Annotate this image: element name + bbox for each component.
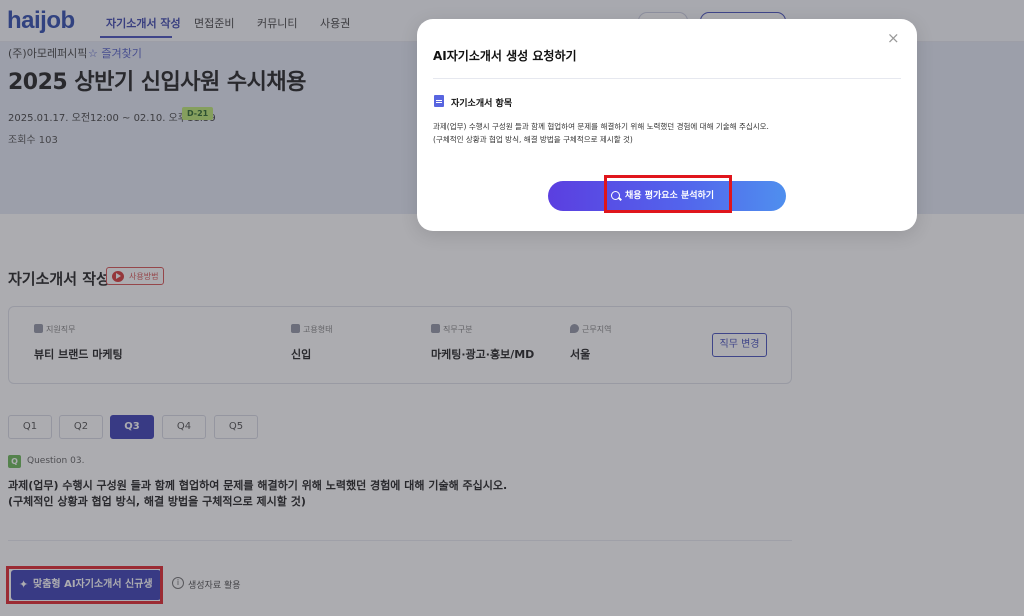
modal-question-text: 과제(업무) 수행시 구성원 들과 함께 협업하여 문제를 해결하기 위해 노력… [433, 120, 903, 146]
modal-body-line-1: 과제(업무) 수행시 구성원 들과 함께 협업하여 문제를 해결하기 위해 노력… [433, 122, 769, 131]
close-icon[interactable]: × [887, 31, 900, 46]
analyze-label: 채용 평가요소 분석하기 [625, 191, 715, 201]
modal-subtitle: 자기소개서 항목 [451, 99, 513, 109]
document-icon [434, 95, 444, 107]
ai-request-modal: AI자기소개서 생성 요청하기 × 자기소개서 항목 과제(업무) 수행시 구성… [417, 19, 917, 231]
modal-body-line-2: (구체적인 상황과 협업 방식, 해결 방법을 구체적으로 제시할 것) [433, 135, 633, 144]
modal-divider [433, 78, 901, 79]
modal-title: AI자기소개서 생성 요청하기 [433, 49, 577, 63]
analyze-evaluation-button[interactable]: 채용 평가요소 분석하기 [603, 181, 731, 211]
search-icon [611, 191, 620, 200]
